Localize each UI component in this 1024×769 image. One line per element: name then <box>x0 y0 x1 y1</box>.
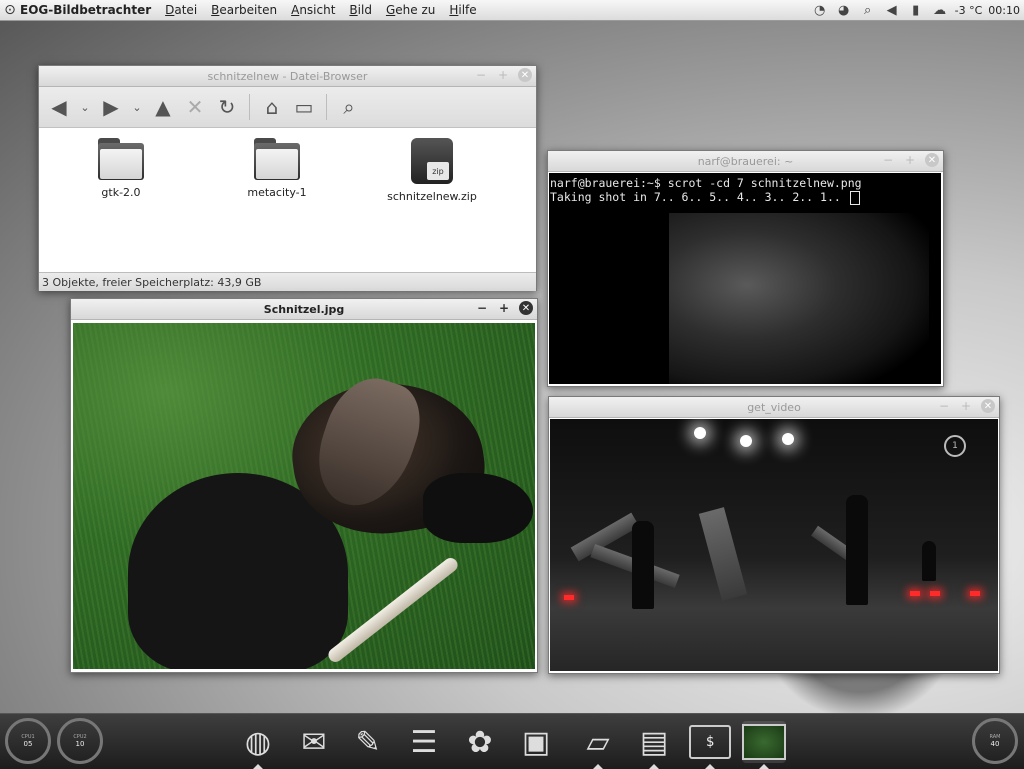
clock[interactable]: 00:10 <box>988 4 1020 17</box>
window-title: schnitzelnew - Datei-Browser <box>207 69 368 83</box>
reload-icon[interactable]: ↻ <box>213 93 241 121</box>
file-item-gtk[interactable]: gtk-2.0 <box>61 138 181 199</box>
image-viewer-titlebar[interactable]: Schnitzel.jpg − + ✕ <box>71 299 537 320</box>
file-browser-toolbar: ◀ ⌄ ▶ ⌄ ▲ ✕ ↻ ⌂ ▭ ⌕ <box>39 87 536 128</box>
mail-envelope-icon[interactable]: ✉ <box>292 721 336 763</box>
window-title: narf@brauerei: ~ <box>697 154 794 168</box>
text-cursor <box>849 190 860 205</box>
web-browser-globe-icon[interactable]: ◍ <box>236 721 280 769</box>
file-label: metacity-1 <box>247 186 307 199</box>
terminal-icon[interactable]: $ <box>688 721 732 769</box>
top-panel: ⊙ EOG-Bildbetrachter Datei Bearbeiten An… <box>0 0 1024 21</box>
video-clapperboard-icon[interactable]: ▤ <box>632 721 676 769</box>
cpu2-gauge[interactable]: CPU2 10 <box>57 718 103 764</box>
video-frame[interactable]: 1 <box>550 419 998 671</box>
network-meter-icon[interactable]: ◕ <box>835 2 853 18</box>
toolbar-separator <box>326 94 327 120</box>
terminal-window: narf@brauerei: ~ − + ✕ narf@brauerei:~$ … <box>547 150 944 387</box>
ram-gauge[interactable]: RAM 40 <box>972 718 1018 764</box>
image-viewer-window: Schnitzel.jpg − + ✕ <box>70 298 538 673</box>
video-window: get_video − + ✕ 1 <box>548 396 1000 674</box>
file-browser-window: schnitzelnew - Datei-Browser − + ✕ ◀ ⌄ ▶… <box>38 65 537 291</box>
app-icon[interactable]: ▣ <box>514 721 558 763</box>
folder-icon[interactable]: ▱ <box>576 721 620 769</box>
forward-history-chevron-icon[interactable]: ⌄ <box>129 93 145 121</box>
weather-icon[interactable]: ☁ <box>931 2 949 18</box>
file-label: gtk-2.0 <box>101 186 141 199</box>
dock: CPU1 05 CPU2 10 ◍ ✉ ✎ ☰ ✿ ▣ ▱ ▤ $ RAM 40 <box>0 713 1024 769</box>
file-browser-titlebar[interactable]: schnitzelnew - Datei-Browser − + ✕ <box>39 66 536 87</box>
window-title: Schnitzel.jpg <box>263 302 345 316</box>
back-history-chevron-icon[interactable]: ⌄ <box>77 93 93 121</box>
minimize-button[interactable]: − <box>475 301 489 315</box>
home-folder-icon[interactable]: ⌂ <box>258 93 286 121</box>
minimize-button[interactable]: − <box>881 153 895 167</box>
text-editor-icon[interactable]: ✎ <box>346 721 390 763</box>
zip-archive-icon: zip <box>411 138 453 184</box>
toolbar-separator <box>249 94 250 120</box>
terminal-line: Taking shot in 7.. 6.. 5.. 4.. 3.. 2.. 1… <box>549 190 941 205</box>
video-titlebar[interactable]: get_video − + ✕ <box>549 397 999 418</box>
minimize-button[interactable]: − <box>937 399 951 413</box>
notes-list-icon[interactable]: ☰ <box>402 721 446 763</box>
battery-icon[interactable]: ▮ <box>907 2 925 18</box>
terminal-output[interactable]: narf@brauerei:~$ scrot -cd 7 schnitzelne… <box>549 173 941 384</box>
menu-gehe-zu[interactable]: Gehe zu <box>386 3 435 17</box>
window-title: get_video <box>747 400 801 414</box>
terminal-titlebar[interactable]: narf@brauerei: ~ − + ✕ <box>548 151 943 172</box>
dog-photo <box>73 323 535 669</box>
tv-channel-logo-icon: 1 <box>944 435 966 457</box>
cpu1-gauge[interactable]: CPU1 05 <box>5 718 51 764</box>
minimize-button[interactable]: − <box>474 68 488 82</box>
ubuntu-logo-icon[interactable]: ⊙ <box>0 0 20 20</box>
stop-icon[interactable]: ✕ <box>181 93 209 121</box>
close-button[interactable]: ✕ <box>518 68 532 82</box>
close-button[interactable]: ✕ <box>925 153 939 167</box>
active-app-name: EOG-Bildbetrachter <box>20 3 152 17</box>
temperature[interactable]: -3 °C <box>955 4 983 17</box>
search-icon[interactable]: ⌕ <box>335 93 363 121</box>
menu-bild[interactable]: Bild <box>349 3 372 17</box>
close-button[interactable]: ✕ <box>981 399 995 413</box>
folder-icon <box>98 138 144 180</box>
cpu-meter-icon[interactable]: ◔ <box>811 2 829 18</box>
back-arrow-icon[interactable]: ◀ <box>45 93 73 121</box>
up-arrow-icon[interactable]: ▲ <box>149 93 177 121</box>
maximize-button[interactable]: + <box>903 153 917 167</box>
system-tray: ◔ ◕ ⌕ ◀ ▮ ☁ -3 °C 00:10 <box>811 0 1024 20</box>
file-item-metacity[interactable]: metacity-1 <box>217 138 337 199</box>
computer-icon[interactable]: ▭ <box>290 93 318 121</box>
menu-datei[interactable]: Datei <box>165 3 197 17</box>
file-label: schnitzelnew.zip <box>387 190 477 203</box>
terminal-background-image <box>669 213 929 384</box>
file-view: gtk-2.0 metacity-1 zip schnitzelnew.zip <box>39 128 536 272</box>
menu-bearbeiten[interactable]: Bearbeiten <box>211 3 277 17</box>
folder-icon <box>254 138 300 180</box>
status-bar: 3 Objekte, freier Speicherplatz: 43,9 GB <box>39 272 536 291</box>
maximize-button[interactable]: + <box>959 399 973 413</box>
image-viewer-thumbnail-icon[interactable] <box>742 721 786 769</box>
volume-icon[interactable]: ◀ <box>883 2 901 18</box>
gimp-icon[interactable]: ✿ <box>458 721 502 763</box>
maximize-button[interactable]: + <box>497 301 511 315</box>
menu-hilfe[interactable]: Hilfe <box>449 3 476 17</box>
forward-arrow-icon[interactable]: ▶ <box>97 93 125 121</box>
search-icon[interactable]: ⌕ <box>859 2 877 18</box>
maximize-button[interactable]: + <box>496 68 510 82</box>
menu-ansicht[interactable]: Ansicht <box>291 3 335 17</box>
terminal-line: narf@brauerei:~$ scrot -cd 7 schnitzelne… <box>550 176 862 190</box>
close-button[interactable]: ✕ <box>519 301 533 315</box>
file-item-zip[interactable]: zip schnitzelnew.zip <box>372 138 492 203</box>
